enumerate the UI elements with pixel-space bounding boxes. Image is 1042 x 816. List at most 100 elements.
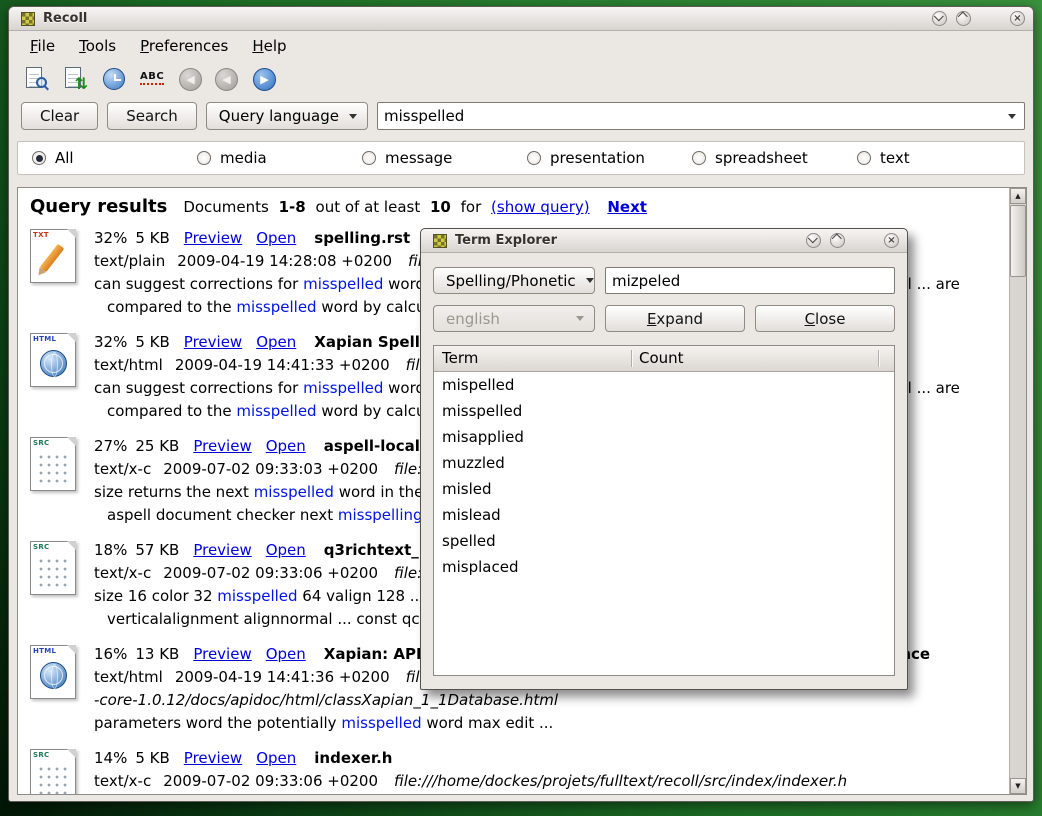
file-size: 13 KB — [135, 645, 179, 663]
dialog-title-bar[interactable]: Term Explorer × — [421, 229, 907, 253]
clock-icon — [103, 68, 125, 90]
menu-file[interactable]: File — [19, 33, 66, 59]
menu-preferences[interactable]: Preferences — [129, 33, 239, 59]
filter-bar: All media message presentation spreadsheet te… — [17, 141, 1025, 175]
code-dots-icon — [37, 765, 70, 794]
preview-link[interactable]: Preview — [193, 541, 251, 559]
dialog-maximize-button[interactable] — [830, 233, 845, 248]
snippet-text: 64 valign 128 ... — [298, 587, 425, 605]
radio-icon — [32, 151, 46, 165]
highlighted-term: misspelled — [217, 587, 297, 605]
next-page-link[interactable]: Next — [607, 198, 647, 216]
result-meta: text/x-c2009-07-02 09:33:06 +0200file://… — [94, 770, 1009, 793]
filter-all[interactable]: All — [32, 149, 197, 167]
term-explorer-icon[interactable]: ABC — [140, 66, 166, 92]
menu-help[interactable]: Help — [241, 33, 297, 59]
result-body: 14%5 KBPreviewOpenindexer.htext/x-c2009-… — [94, 747, 1009, 794]
term-input[interactable] — [605, 267, 895, 294]
globe-icon — [40, 350, 67, 377]
search-button[interactable]: Search — [107, 102, 197, 130]
history-icon[interactable] — [101, 66, 127, 92]
language-value: english — [446, 310, 500, 328]
term-row[interactable]: misled — [434, 476, 894, 502]
open-link[interactable]: Open — [256, 749, 296, 767]
dialog-shade-button[interactable] — [806, 233, 821, 248]
snippet-text: -core-1.0.12/docs/apidoc/html/classXapia… — [94, 691, 558, 709]
doc-date: 2009-04-19 14:41:33 +0200 — [175, 356, 390, 374]
filter-label: spreadsheet — [715, 149, 808, 167]
sort-arrows-icon: ⇅ — [75, 76, 88, 92]
magnifier-icon — [36, 77, 47, 88]
open-link[interactable]: Open — [266, 437, 306, 455]
result-title: indexer.h — [314, 749, 392, 767]
filter-label: message — [385, 149, 452, 167]
documents-total: 10 — [430, 198, 451, 216]
relevance-percent: 18% — [94, 541, 127, 559]
results-scrollbar[interactable]: ▲ ▼ — [1009, 188, 1026, 794]
radio-icon — [527, 151, 541, 165]
term-row[interactable]: misspelled — [434, 398, 894, 424]
show-query-link[interactable]: (show query) — [491, 198, 590, 216]
preview-link[interactable]: Preview — [184, 333, 242, 351]
spellcheck-icon: ABC — [140, 71, 164, 85]
expand-button[interactable]: Expand — [605, 305, 745, 332]
term-column-header: Term — [442, 349, 478, 367]
scroll-up-button[interactable]: ▲ — [1010, 188, 1026, 204]
pencil-icon — [40, 244, 65, 273]
term-row[interactable]: mislead — [434, 502, 894, 528]
chevron-down-icon — [808, 233, 818, 243]
open-link[interactable]: Open — [256, 229, 296, 247]
title-bar[interactable]: Recoll × — [9, 7, 1033, 31]
relevance-percent: 32% — [94, 229, 127, 247]
term-row[interactable]: misplaced — [434, 554, 894, 580]
preview-link[interactable]: Preview — [184, 229, 242, 247]
filter-media[interactable]: media — [197, 149, 362, 167]
first-page-button[interactable]: ◀ — [179, 68, 202, 91]
scroll-thumb[interactable] — [1010, 205, 1026, 277]
term-row[interactable]: spelled — [434, 528, 894, 554]
term-row[interactable]: muzzled — [434, 450, 894, 476]
sort-parameters-icon[interactable]: ⇅ — [62, 66, 88, 92]
shade-button[interactable] — [932, 11, 947, 26]
preview-link[interactable]: Preview — [184, 749, 242, 767]
preview-link[interactable]: Preview — [193, 437, 251, 455]
scroll-down-button[interactable]: ▼ — [1010, 778, 1026, 794]
for-label: for — [461, 198, 482, 216]
clear-button[interactable]: Clear — [21, 102, 98, 130]
open-link[interactable]: Open — [266, 645, 306, 663]
result-row: SRC14%5 KBPreviewOpenindexer.htext/x-c20… — [28, 747, 1009, 794]
next-page-button[interactable]: ▶ — [253, 68, 276, 91]
recoll-app-icon — [433, 234, 447, 248]
menu-tools[interactable]: Tools — [68, 33, 127, 59]
radio-icon — [362, 151, 376, 165]
close-dialog-button[interactable]: Close — [755, 305, 895, 332]
filter-spreadsheet[interactable]: spreadsheet — [692, 149, 857, 167]
maximize-button[interactable] — [956, 11, 971, 26]
term-row[interactable]: misapplied — [434, 424, 894, 450]
filter-text[interactable]: text — [857, 149, 1022, 167]
close-button[interactable]: × — [1010, 11, 1025, 26]
query-language-combo[interactable]: Query language — [206, 102, 368, 130]
term-row[interactable]: mispelled — [434, 372, 894, 398]
previous-page-button[interactable]: ◀ — [215, 68, 238, 91]
filter-presentation[interactable]: presentation — [527, 149, 692, 167]
highlighted-term: misspelled — [236, 402, 316, 420]
open-link[interactable]: Open — [266, 541, 306, 559]
filter-message[interactable]: message — [362, 149, 527, 167]
expansion-mode-combo[interactable]: Spelling/Phonetic — [433, 267, 595, 294]
open-link[interactable]: Open — [256, 333, 296, 351]
highlighted-term: misspelled — [303, 275, 383, 293]
filter-label: All — [55, 149, 74, 167]
file-size: 57 KB — [135, 541, 179, 559]
preview-link[interactable]: Preview — [193, 645, 251, 663]
query-input[interactable] — [384, 107, 1008, 125]
term-table-header[interactable]: Term Count — [434, 346, 894, 372]
src-file-icon: SRC — [30, 541, 76, 595]
mime-type: text/html — [94, 668, 163, 686]
globe-icon — [40, 662, 67, 689]
out-of-label: out of at least — [316, 198, 421, 216]
query-history-arrow-icon[interactable] — [1008, 114, 1016, 119]
document-preview-icon[interactable] — [23, 66, 49, 92]
file-size: 25 KB — [135, 437, 179, 455]
dialog-close-button[interactable]: × — [884, 233, 899, 248]
